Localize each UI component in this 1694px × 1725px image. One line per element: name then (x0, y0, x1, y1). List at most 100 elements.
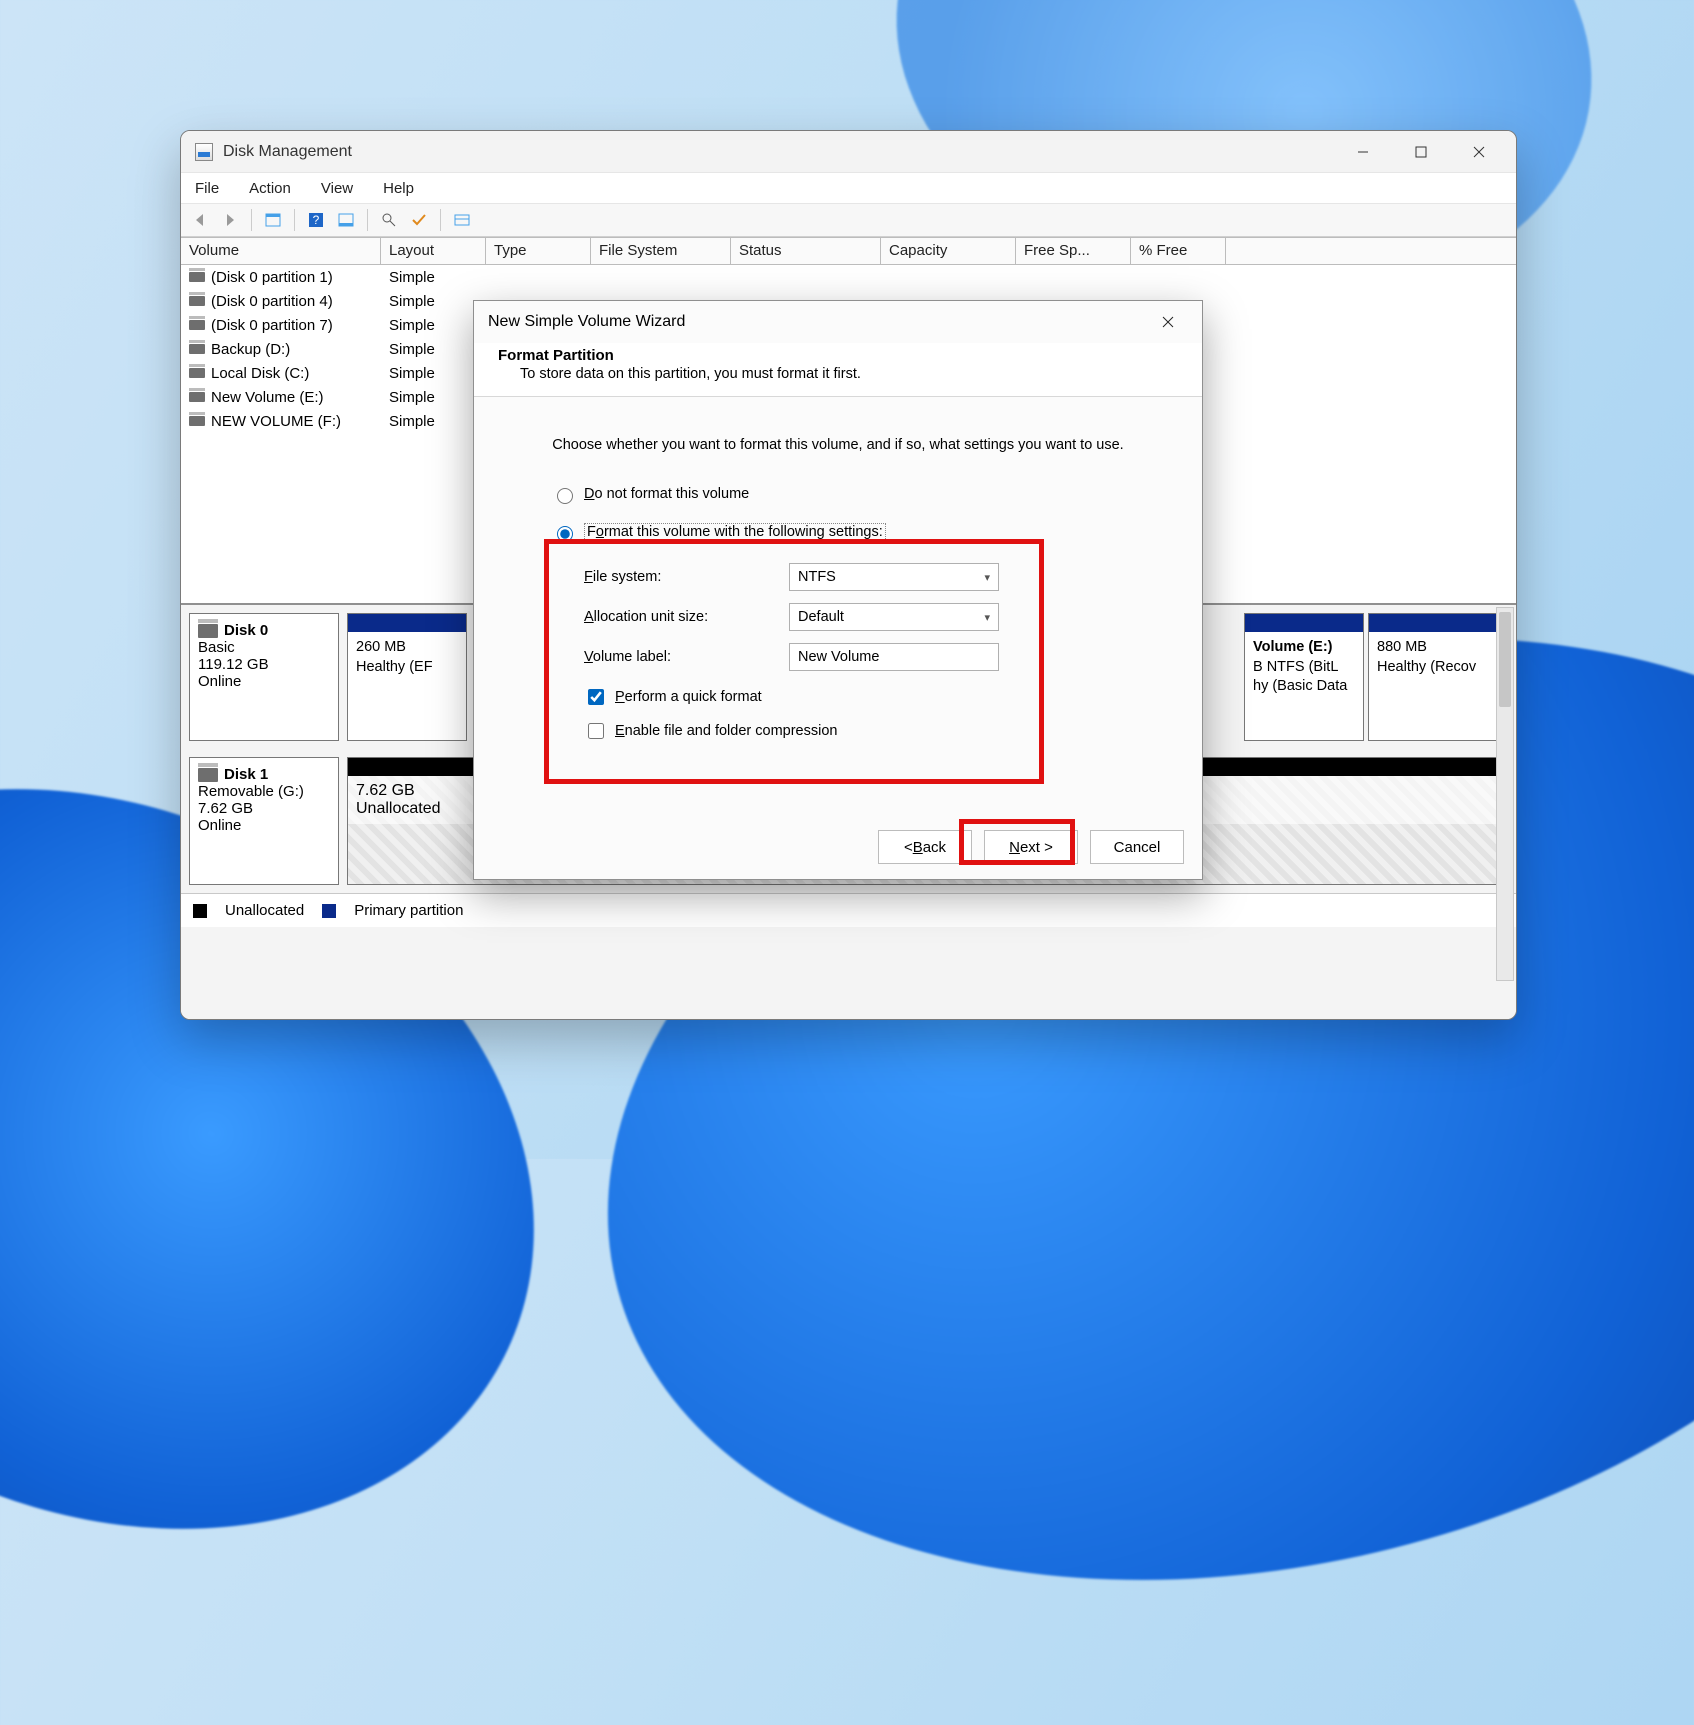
radio-label: Format this volume with the following se… (584, 523, 886, 541)
col-layout[interactable]: Layout (381, 237, 486, 264)
partition-title: Volume (E:) (1253, 638, 1355, 658)
volume-layout: Simple (381, 341, 486, 358)
volume-name: (Disk 0 partition 7) (211, 317, 333, 334)
menu-action[interactable]: Action (245, 178, 295, 199)
legend-swatch-primary (322, 904, 336, 918)
cancel-button[interactable]: Cancel (1090, 830, 1184, 864)
partition-line: B NTFS (BitL (1253, 658, 1355, 678)
volume-icon (189, 392, 205, 402)
checkbox-input[interactable] (588, 723, 604, 739)
partition[interactable]: 260 MB Healthy (EF (347, 613, 467, 741)
checkbox-compression[interactable]: Enable file and folder compressionEnable… (584, 717, 1202, 745)
partition-size: 880 MB (1377, 638, 1499, 658)
back-button[interactable] (187, 207, 213, 233)
volume-label-input[interactable]: New Volume (789, 643, 999, 671)
checkbox-input[interactable] (588, 689, 604, 705)
col-status[interactable]: Status (731, 237, 881, 264)
volume-layout: Simple (381, 365, 486, 382)
wizard-intro-text: Choose whether you want to format this v… (514, 437, 1162, 453)
chevron-down-icon: ▾ (984, 571, 990, 584)
col-type[interactable]: Type (486, 237, 591, 264)
disk-type: Removable (G:) (198, 783, 330, 800)
disk1-info[interactable]: Disk 1 Removable (G:) 7.62 GB Online (189, 757, 339, 885)
search-icon[interactable] (376, 207, 402, 233)
volume-name: NEW VOLUME (F:) (211, 413, 341, 430)
minimize-button[interactable] (1334, 133, 1392, 171)
menu-help[interactable]: Help (379, 178, 418, 199)
partition-status: Healthy (EF (356, 658, 458, 678)
menubar: File Action View Help (181, 173, 1516, 203)
volume-icon (189, 296, 205, 306)
partition[interactable]: 880 MB Healthy (Recov (1368, 613, 1508, 741)
disk-status: Online (198, 673, 330, 690)
chevron-down-icon: ▾ (984, 611, 990, 624)
disk-status: Online (198, 817, 330, 834)
maximize-button[interactable] (1392, 133, 1450, 171)
volume-icon (189, 320, 205, 330)
select-value: NTFS (798, 569, 836, 585)
check-icon[interactable] (406, 207, 432, 233)
toolbar-panel2-icon[interactable] (333, 207, 359, 233)
volume-layout: Simple (381, 317, 486, 334)
file-system-select[interactable]: NTFS ▾ (789, 563, 999, 591)
wizard-body: Choose whether you want to format this v… (474, 397, 1202, 815)
wizard-subheading: To store data on this partition, you mus… (520, 366, 1178, 382)
col-volume[interactable]: Volume (181, 237, 381, 264)
svg-text:?: ? (313, 213, 320, 227)
titlebar: Disk Management (181, 131, 1516, 173)
radio-input[interactable] (557, 526, 573, 542)
volume-layout: Simple (381, 413, 486, 430)
next-button[interactable]: Next >Next > (984, 830, 1078, 864)
close-button[interactable] (1450, 133, 1508, 171)
toolbar-panel-icon[interactable] (260, 207, 286, 233)
checkbox-quick-format[interactable]: Perform a quick formatPerform a quick fo… (584, 683, 1202, 711)
window-title: Disk Management (223, 143, 352, 161)
back-button[interactable]: < Back< Back (878, 830, 972, 864)
menu-file[interactable]: File (191, 178, 223, 199)
toolbar: ? (181, 203, 1516, 237)
partition-status: hy (Basic Data (1253, 677, 1355, 697)
volume-row[interactable]: (Disk 0 partition 1) Simple (181, 265, 1516, 289)
volume-layout: Simple (381, 269, 486, 286)
label-file-system: File system:File system: (584, 569, 789, 585)
volume-name: Backup (D:) (211, 341, 290, 358)
partition-status: Healthy (Recov (1377, 658, 1499, 678)
checkbox-label: Enable file and folder compressionEnable… (615, 723, 837, 739)
allocation-unit-select[interactable]: Default ▾ (789, 603, 999, 631)
volume-icon (189, 416, 205, 426)
vertical-scrollbar[interactable] (1496, 607, 1514, 981)
help-icon[interactable]: ? (303, 207, 329, 233)
label-volume-label: Volume label:Volume label: (584, 649, 789, 665)
wizard-titlebar: New Simple Volume Wizard (474, 301, 1202, 343)
disk-size: 7.62 GB (198, 800, 330, 817)
forward-button[interactable] (217, 207, 243, 233)
list-icon[interactable] (449, 207, 475, 233)
disk-name: Disk 0 (224, 622, 268, 639)
radio-format-with-settings[interactable]: Format this volume with the following se… (552, 519, 1202, 545)
col-spacer (1226, 237, 1516, 264)
input-value: New Volume (798, 649, 879, 665)
disk-icon (198, 768, 218, 782)
disk-size: 119.12 GB (198, 656, 330, 673)
col-capacity[interactable]: Capacity (881, 237, 1016, 264)
wizard-header: Format Partition To store data on this p… (474, 343, 1202, 397)
disk0-info[interactable]: Disk 0 Basic 119.12 GB Online (189, 613, 339, 741)
disk-icon (198, 624, 218, 638)
volume-icon (189, 368, 205, 378)
col-filesystem[interactable]: File System (591, 237, 731, 264)
select-value: Default (798, 609, 844, 625)
new-simple-volume-wizard: New Simple Volume Wizard Format Partitio… (473, 300, 1203, 880)
menu-view[interactable]: View (317, 178, 357, 199)
wizard-close-button[interactable] (1148, 306, 1188, 338)
partition[interactable]: Volume (E:) B NTFS (BitL hy (Basic Data (1244, 613, 1364, 741)
radio-input[interactable] (557, 488, 573, 504)
legend-label: Primary partition (354, 902, 463, 919)
legend-swatch-unallocated (193, 904, 207, 918)
col-pctfree[interactable]: % Free (1131, 237, 1226, 264)
volume-layout: Simple (381, 293, 486, 310)
col-freespace[interactable]: Free Sp... (1016, 237, 1131, 264)
legend-label: Unallocated (225, 902, 304, 919)
disk-name: Disk 1 (224, 766, 268, 783)
radio-do-not-format[interactable]: DDo not format this volumeo not format t… (552, 481, 1202, 507)
volume-name: Local Disk (C:) (211, 365, 309, 382)
